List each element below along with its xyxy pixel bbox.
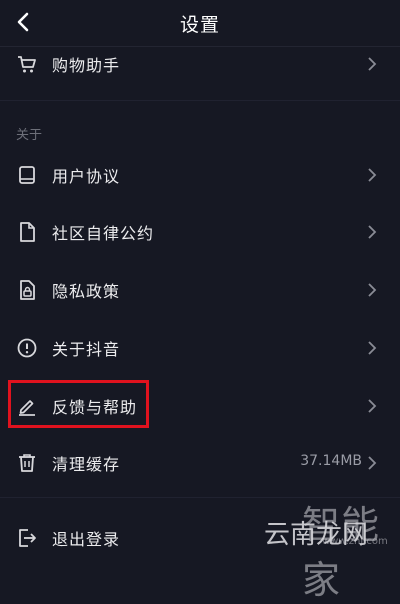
chevron-right-icon bbox=[368, 225, 377, 239]
highlight-box bbox=[8, 380, 149, 428]
trash-icon bbox=[19, 454, 35, 472]
settings-item-clear-cache[interactable]: 清理缓存 37.14MB bbox=[0, 435, 400, 491]
settings-item-user-agreement[interactable]: 用户协议 bbox=[0, 147, 400, 203]
cart-icon bbox=[18, 56, 36, 73]
info-icon bbox=[17, 338, 37, 358]
settings-item-community-guidelines[interactable]: 社区自律公约 bbox=[0, 204, 400, 260]
chevron-right-icon bbox=[368, 341, 377, 355]
document-icon bbox=[20, 222, 35, 242]
settings-item-privacy-policy[interactable]: 隐私政策 bbox=[0, 262, 400, 318]
settings-item-label: 退出登录 bbox=[52, 530, 121, 549]
settings-item-label: 清理缓存 bbox=[52, 455, 121, 474]
logout-icon bbox=[19, 529, 36, 547]
cache-size-value: 37.14MB bbox=[300, 453, 362, 469]
page-title: 设置 bbox=[179, 14, 220, 36]
settings-item-shopping-assistant[interactable]: 购物助手 bbox=[0, 36, 400, 92]
chevron-right-icon bbox=[368, 168, 377, 182]
settings-item-label: 关于抖音 bbox=[52, 340, 121, 359]
divider bbox=[0, 100, 400, 101]
settings-item-label: 社区自律公约 bbox=[52, 224, 155, 243]
section-header-about: 关于 bbox=[16, 128, 43, 143]
chevron-right-icon bbox=[368, 399, 377, 413]
chevron-right-icon bbox=[368, 57, 377, 71]
settings-item-label: 隐私政策 bbox=[52, 282, 121, 301]
settings-item-label: 用户协议 bbox=[52, 167, 121, 186]
watermark-url: www.znj.com bbox=[322, 536, 388, 547]
chevron-right-icon bbox=[368, 283, 377, 297]
settings-item-about-douyin[interactable]: 关于抖音 bbox=[0, 320, 400, 376]
chevron-right-icon bbox=[368, 456, 377, 470]
lock-document-icon bbox=[20, 280, 35, 300]
settings-item-label: 购物助手 bbox=[52, 56, 121, 75]
book-icon bbox=[19, 166, 35, 184]
